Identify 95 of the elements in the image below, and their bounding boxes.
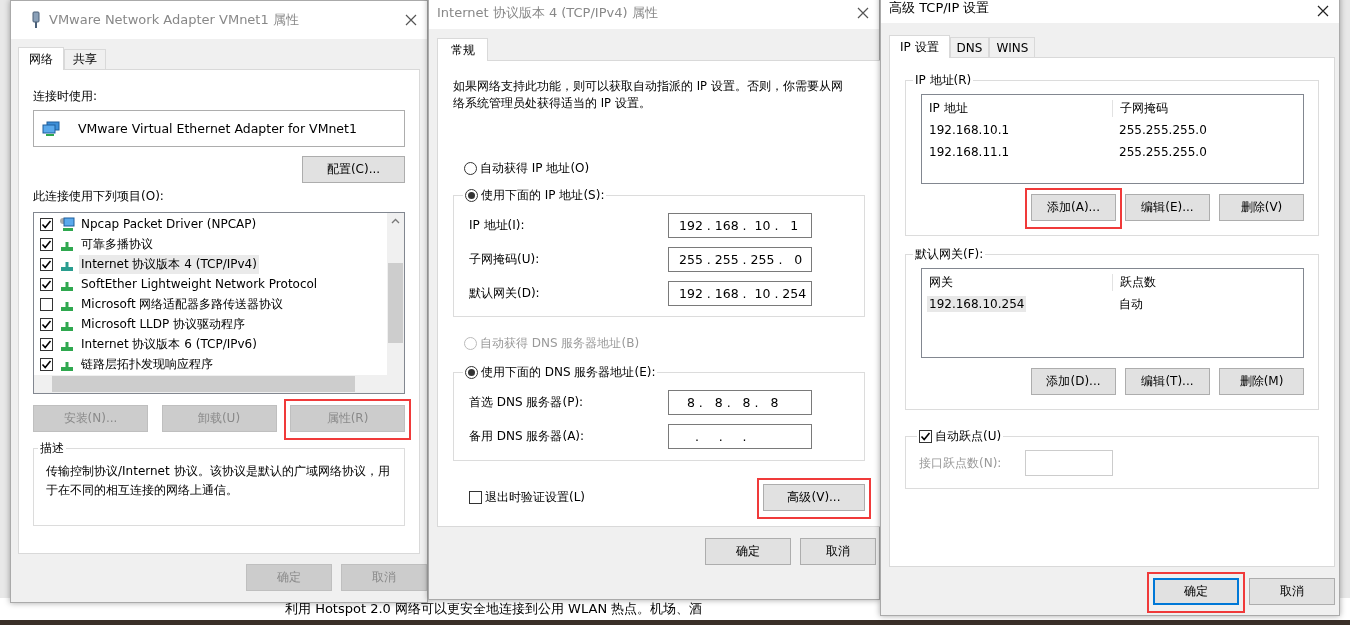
configure-button[interactable]: 配置(C)... (302, 156, 405, 183)
action-button[interactable]: 编辑(E)... (1125, 194, 1210, 221)
plug-icon (31, 11, 41, 29)
network-protocol-icon (61, 302, 73, 311)
ip-address-field[interactable]: 192 . 168 . 10 . 1 (668, 213, 812, 238)
table-cell[interactable]: 192.168.11.1 (929, 145, 1010, 159)
monitor-icon (59, 216, 75, 232)
ip-address-field[interactable]: 192 . 168 . 10 . 254 (668, 281, 812, 306)
field-label: 默认网关(D): (469, 285, 540, 302)
checkbox[interactable] (40, 277, 53, 291)
checkbox[interactable] (40, 257, 53, 271)
checkbox[interactable] (40, 237, 53, 251)
radio-button[interactable] (465, 365, 478, 379)
dialog-button[interactable]: 取消 (800, 538, 876, 565)
close-icon[interactable] (1317, 5, 1329, 17)
checkbox-label: 退出时验证设置(L) (485, 489, 586, 506)
field-label: 接口跃点数(N): (919, 454, 1002, 472)
background-text: 利用 Hotspot 2.0 网络可以更安全地连接到公用 WLAN 热点。机场、酒 (285, 600, 703, 618)
list-item[interactable]: 链路层拓扑发现响应程序 (79, 354, 215, 374)
dialog-button[interactable]: 取消 (1249, 578, 1335, 605)
checkbox[interactable] (469, 491, 482, 504)
close-icon[interactable] (405, 14, 417, 26)
action-button[interactable]: 删除(M) (1219, 368, 1304, 395)
close-icon[interactable] (857, 7, 869, 19)
group-title: IP 地址(R) (914, 72, 973, 88)
column-header: IP 地址 (928, 99, 969, 117)
table-cell[interactable]: 192.168.10.1 (929, 123, 1010, 137)
table-cell-text: 255.255.255.0 (1118, 145, 1208, 159)
table-cell-text: 255.255.255.0 (1118, 123, 1208, 137)
column-header: 网关 (928, 273, 954, 291)
ip-address-field[interactable]: 8 . 8 . 8 . 8 (668, 390, 812, 415)
list-item[interactable]: Internet 协议版本 6 (TCP/IPv6) (79, 334, 259, 354)
checkbox[interactable] (40, 337, 53, 351)
action-button[interactable]: 删除(V) (1219, 194, 1304, 221)
network-protocol-icon (61, 322, 73, 331)
tab[interactable]: 常规 (437, 38, 488, 61)
connect-label: 连接时使用: (33, 88, 99, 104)
group-title: 描述 (39, 440, 65, 456)
table-cell[interactable]: 192.168.10.254 (927, 296, 1027, 312)
list-item[interactable]: Npcap Packet Driver (NPCAP) (79, 216, 259, 232)
table-cell-text: 自动 (1118, 295, 1144, 313)
dialog-button[interactable]: 确定 (1153, 578, 1239, 605)
action-button[interactable]: 编辑(T)... (1125, 368, 1210, 395)
radio-label: 使用下面的 DNS 服务器地址(E): (481, 364, 656, 380)
ip-address-field[interactable]: . . . (668, 424, 812, 449)
tab[interactable]: IP 设置 (889, 35, 950, 58)
action-button[interactable]: 添加(A)... (1031, 194, 1116, 221)
ip-address-field[interactable]: 255 . 255 . 255 . 0 (668, 247, 812, 272)
list-item[interactable]: Microsoft LLDP 协议驱动程序 (79, 314, 248, 334)
radio-label: 自动获得 DNS 服务器地址(B) (480, 334, 640, 352)
tab[interactable]: 共享 (64, 49, 106, 69)
radio-label: 自动获得 IP 地址(O) (480, 159, 590, 177)
field-label: 子网掩码(U): (469, 251, 540, 268)
radio-button[interactable] (465, 188, 478, 202)
list-item[interactable]: SoftEther Lightweight Network Protocol (79, 276, 320, 292)
radio-button[interactable] (464, 161, 477, 175)
checkbox[interactable] (40, 317, 53, 331)
radio-label: 使用下面的 IP 地址(S): (481, 187, 605, 203)
action-button[interactable]: 添加(D)... (1031, 368, 1116, 395)
field-label: IP 地址(I): (469, 217, 525, 234)
adapter-name: VMware Virtual Ethernet Adapter for VMnet1 (78, 121, 357, 136)
dialog-button[interactable]: 确定 (705, 538, 791, 565)
scroll-up-icon[interactable] (391, 218, 400, 224)
tab[interactable]: DNS (949, 37, 990, 57)
network-protocol-icon (61, 342, 73, 351)
network-adapter-icon (42, 120, 60, 137)
input-field[interactable] (1025, 450, 1114, 476)
tab[interactable]: 网络 (18, 47, 64, 70)
column-header: 跃点数 (1112, 273, 1295, 291)
checkbox[interactable] (40, 217, 53, 231)
vertical-scrollbar[interactable] (387, 213, 404, 376)
list-item[interactable]: Internet 协议版本 4 (TCP/IPv4) (79, 254, 259, 274)
window-title: 高级 TCP/IP 设置 (889, 0, 991, 17)
checkbox[interactable] (40, 297, 53, 311)
tab[interactable]: WINS (989, 37, 1036, 57)
intro-text: 如果网络支持此功能，则可以获取自动指派的 IP 设置。否则，你需要从网络系统管理员处获得适当的 IP 设置。 (453, 78, 844, 112)
checkbox[interactable] (919, 429, 932, 443)
network-protocol-icon (61, 262, 73, 271)
network-protocol-icon (61, 362, 73, 371)
column-header: 子网掩码 (1112, 99, 1295, 117)
network-protocol-icon (61, 242, 73, 251)
window-title: VMware Network Adapter VMnet1 属性 (49, 11, 300, 29)
items-label: 此连接使用下列项目(O): (33, 188, 165, 204)
group-title: 默认网关(F): (914, 246, 985, 262)
field-label: 备用 DNS 服务器(A): (469, 428, 585, 445)
list-item[interactable]: 可靠多播协议 (79, 234, 155, 254)
horizontal-scrollbar[interactable] (34, 375, 404, 393)
description-text: 传输控制协议/Internet 协议。该协议是默认的广域网络协议，用于在不同的相互连接的网络上通信。 (46, 463, 391, 499)
checkbox[interactable] (40, 357, 53, 371)
list-item[interactable]: Microsoft 网络适配器多路传送器协议 (79, 294, 286, 314)
window-title: Internet 协议版本 4 (TCP/IPv4) 属性 (437, 4, 659, 22)
field-label: 首选 DNS 服务器(P): (469, 394, 584, 411)
advanced-button[interactable]: 高级(V)... (763, 484, 865, 511)
checkbox-label: 自动跃点(U) (935, 428, 1002, 444)
network-protocol-icon (61, 282, 73, 291)
